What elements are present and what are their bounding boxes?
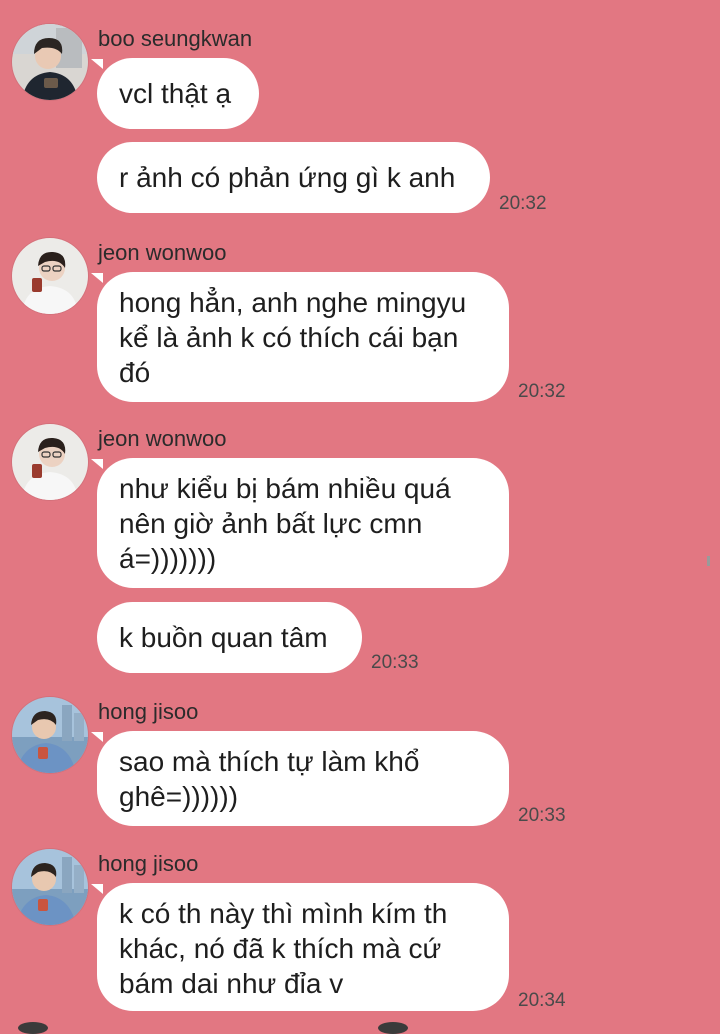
avatar-image	[12, 238, 88, 314]
sender-name: jeon wonwoo	[98, 426, 227, 451]
message-bubble[interactable]: như kiểu bị bám nhiều quá nên giờ ảnh bấ…	[97, 458, 509, 588]
message-line: đó	[119, 357, 151, 388]
bubble-tail	[91, 732, 103, 742]
message-bubble[interactable]: sao mà thích tự làm khổ ghê=))))))	[97, 731, 509, 826]
message-bubble[interactable]: k có th này thì mình kím th khác, nó đã …	[97, 883, 509, 1011]
next-avatar-peek	[378, 1022, 408, 1034]
message-line: bám dai như đỉa v	[119, 968, 344, 999]
message-timestamp: 20:32	[499, 193, 547, 214]
message-text: k buồn quan tâm	[119, 622, 328, 653]
message-text: như kiểu bị bám nhiều quá nên giờ ảnh bấ…	[119, 471, 451, 576]
sender-name: hong jisoo	[98, 699, 199, 724]
message-line: khác, nó đã k thích mà cứ	[119, 933, 442, 964]
sender-name: hong jisoo	[98, 851, 199, 876]
next-avatar-peek	[18, 1022, 48, 1034]
avatar-hong-jisoo[interactable]	[12, 849, 88, 925]
avatar-image	[12, 424, 88, 500]
avatar-jeon-wonwoo[interactable]	[12, 424, 88, 500]
message-text: sao mà thích tự làm khổ ghê=))))))	[119, 744, 419, 814]
message-line: ghê=))))))	[119, 781, 239, 812]
message-timestamp: 20:32	[518, 381, 566, 402]
message-bubble[interactable]: vcl thật ạ	[97, 58, 259, 129]
sender-name: jeon wonwoo	[98, 240, 227, 265]
message-bubble[interactable]: hong hẳn, anh nghe mingyu kể là ảnh k có…	[97, 272, 509, 402]
avatar-boo-seungkwan[interactable]	[12, 24, 88, 100]
message-bubble[interactable]: k buồn quan tâm	[97, 602, 362, 673]
message-line: á=)))))))	[119, 543, 217, 574]
bubble-tail	[91, 459, 103, 469]
scrollbar-thumb[interactable]	[707, 556, 710, 566]
message-timestamp: 20:34	[518, 990, 566, 1011]
avatar-hong-jisoo[interactable]	[12, 697, 88, 773]
message-text: k có th này thì mình kím th khác, nó đã …	[119, 896, 447, 1001]
message-bubble[interactable]: r ảnh có phản ứng gì k anh	[97, 142, 490, 213]
message-timestamp: 20:33	[371, 652, 419, 673]
bubble-tail	[91, 273, 103, 283]
message-line: như kiểu bị bám nhiều quá	[119, 473, 451, 504]
message-line: hong hẳn, anh nghe mingyu	[119, 287, 467, 318]
message-line: sao mà thích tự làm khổ	[119, 746, 420, 777]
message-line: nên giờ ảnh bất lực cmn	[119, 508, 423, 539]
avatar-image	[12, 697, 88, 773]
message-text: hong hẳn, anh nghe mingyu kể là ảnh k có…	[119, 285, 466, 390]
sender-name: boo seungkwan	[98, 26, 253, 51]
avatar-jeon-wonwoo[interactable]	[12, 238, 88, 314]
bubble-tail	[91, 59, 103, 69]
message-text: r ảnh có phản ứng gì k anh	[119, 162, 456, 193]
message-line: kể là ảnh k có thích cái bạn	[119, 322, 459, 353]
message-text: vcl thật ạ	[119, 78, 232, 109]
avatar-image	[12, 849, 88, 925]
bubble-tail	[91, 884, 103, 894]
message-line: k có th này thì mình kím th	[119, 898, 448, 929]
message-timestamp: 20:33	[518, 805, 566, 826]
avatar-image	[12, 24, 88, 100]
